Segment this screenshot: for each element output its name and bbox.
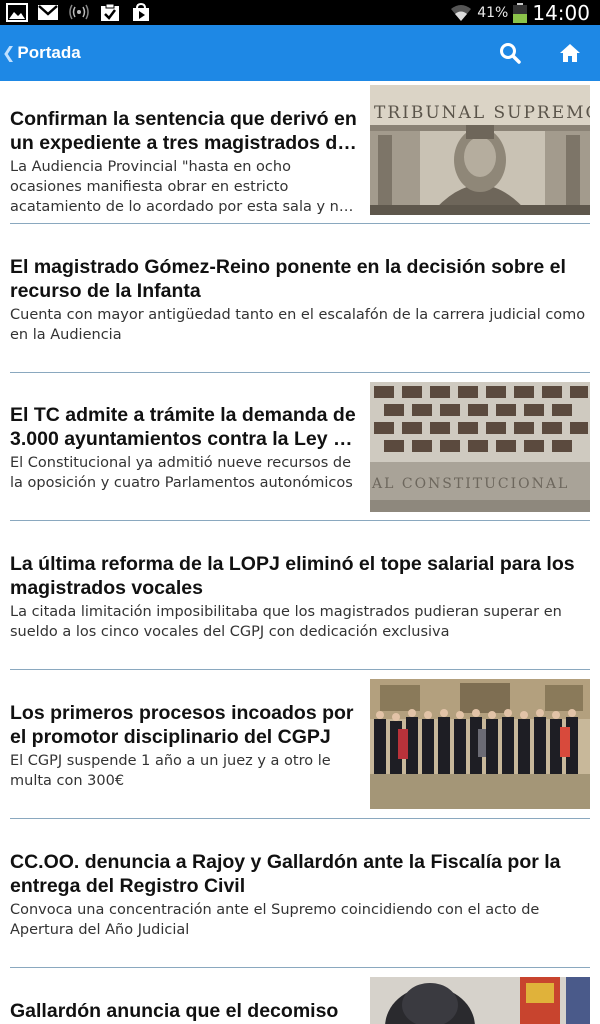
search-icon	[500, 43, 521, 64]
article-item[interactable]: Gallardón anuncia que el decomiso	[0, 968, 600, 1024]
play-store-icon	[133, 3, 149, 21]
svg-text:TRIBUNAL SUPREMO: TRIBUNAL SUPREMO	[374, 103, 590, 123]
notification-icons	[6, 3, 152, 22]
battery-icon	[513, 2, 528, 23]
article-item[interactable]: Los primeros procesos incoados por el pr…	[0, 670, 600, 819]
radio-signal-icon	[69, 4, 89, 20]
article-image	[370, 679, 590, 809]
action-bar: ❮ Portada	[0, 25, 600, 81]
article-title: El TC admite a trámite la demanda de 3.0…	[10, 404, 356, 450]
back-button[interactable]: ❮ Portada	[2, 25, 81, 81]
page-title: Portada	[17, 43, 81, 62]
home-button[interactable]	[555, 38, 585, 68]
article-title: Confirman la sentencia que derivó en un …	[10, 108, 357, 154]
battery-percent: 41%	[477, 4, 509, 21]
article-summary: La Audiencia Provincial "hasta en ocho o…	[10, 159, 348, 215]
article-title: Los primeros procesos incoados por el pr…	[10, 702, 354, 748]
article-item[interactable]: El magistrado Gómez-Reino ponente en la …	[0, 224, 600, 373]
gmail-icon	[38, 5, 58, 20]
article-title: Gallardón anuncia que el decomiso	[10, 1000, 339, 1022]
article-summary: Convoca una concentración ante el Suprem…	[10, 902, 540, 938]
clock: 14:00	[532, 0, 590, 25]
article-item[interactable]: Confirman la sentencia que derivó en un …	[0, 81, 600, 224]
home-icon	[560, 44, 580, 62]
article-summary: El CGPJ suspende 1 año a un juez y a otr…	[10, 753, 331, 789]
article-summary: Cuenta con mayor antigüedad tanto en el …	[10, 307, 586, 343]
gallery-icon	[6, 3, 28, 22]
search-button[interactable]	[495, 38, 525, 68]
article-item[interactable]: El TC admite a trámite la demanda de 3.0…	[0, 373, 600, 521]
article-image: TRIBUNAL SUPREMO	[370, 85, 590, 215]
system-status: 41% 14:00	[450, 0, 590, 25]
article-summary: La citada limitación imposibilitaba que …	[10, 604, 562, 640]
article-image: AL CONSTITUCIONAL	[370, 382, 590, 512]
article-item[interactable]: CC.OO. denuncia a Rajoy y Gallardón ante…	[0, 819, 600, 968]
article-item[interactable]: La última reforma de la LOPJ eliminó el …	[0, 521, 600, 670]
article-title: La última reforma de la LOPJ eliminó el …	[10, 553, 575, 599]
article-title: CC.OO. denuncia a Rajoy y Gallardón ante…	[10, 851, 561, 897]
task-check-icon	[101, 3, 119, 21]
article-summary: El Constitucional ya admitió nueve recur…	[10, 455, 353, 491]
article-title: El magistrado Gómez-Reino ponente en la …	[10, 256, 566, 302]
wifi-icon	[451, 4, 472, 21]
article-image	[370, 977, 590, 1024]
svg-text:AL CONSTITUCIONAL: AL CONSTITUCIONAL	[371, 476, 569, 492]
status-bar: 41% 14:00	[0, 0, 600, 25]
chevron-left-icon: ❮	[2, 42, 16, 62]
